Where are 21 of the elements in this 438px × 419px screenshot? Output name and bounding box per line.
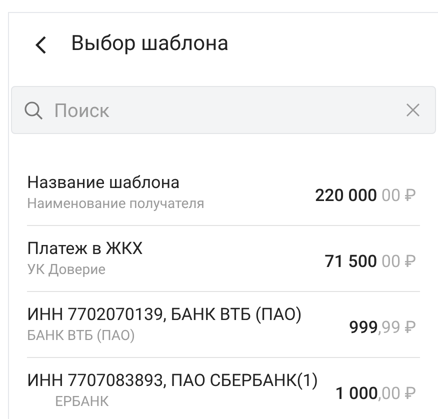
- screen-title: Выбор шаблона: [71, 31, 229, 58]
- back-icon: [35, 35, 47, 55]
- recipient-name: УК Доверие: [27, 260, 107, 280]
- amount: 1 000,00 ₽: [335, 383, 416, 406]
- search-field[interactable]: Поиск: [11, 86, 436, 134]
- template-item[interactable]: ИНН 7707083893, ПАО СБЕРБАНК(1) ЕРБАНК 1 000,00 ₽: [27, 358, 420, 419]
- amount: 999,99 ₽: [349, 316, 416, 340]
- template-name: ИНН 7707083893, ПАО СБЕРБАНК(1): [27, 370, 318, 392]
- template-name: Платеж в ЖКХ: [27, 238, 143, 260]
- template-item[interactable]: Название шаблона Наименование получателя 220 000 00 ₽: [27, 160, 420, 226]
- amount: 71 500 00 ₽: [324, 250, 416, 274]
- recipient-name: Наименование получателя: [27, 194, 204, 214]
- template-item[interactable]: ИНН 7702070139, БАНК ВТБ (ПАО) БАНК ВТБ (ПАО) 999,99 ₽: [27, 292, 420, 358]
- recipient-name: БАНК ВТБ (ПАО): [27, 326, 136, 346]
- recipient-name: ЕРБАНК: [54, 393, 110, 412]
- template-name: Название шаблона: [27, 172, 181, 194]
- amount: 220 000 00 ₽: [314, 184, 416, 208]
- template-item[interactable]: Платеж в ЖКХ УК Доверие 71 500 00 ₽: [27, 226, 420, 292]
- clear-icon[interactable]: [406, 103, 420, 117]
- search-icon: [24, 101, 43, 120]
- template-name: ИНН 7702070139, БАНК ВТБ (ПАО): [27, 304, 302, 326]
